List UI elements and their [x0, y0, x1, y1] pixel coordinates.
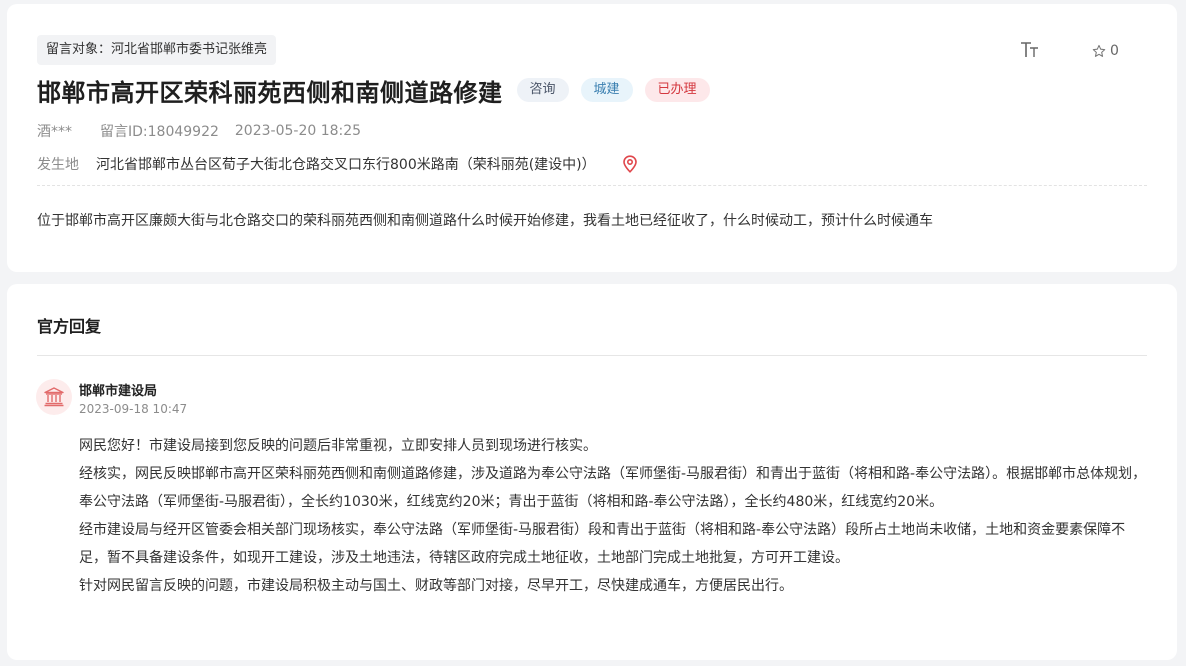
message-target-tag: 留言对象：河北省邯郸市委书记张维亮 [37, 35, 277, 65]
department-name: 邯郸市建设局 [79, 384, 158, 399]
reply-paragraph: 经市建设局与经开区管委会相关部门现场核实，奉公守法路（军师堡街-马服君街）段和青… [79, 522, 1126, 566]
reply-paragraph: 网民您好！市建设局接到您反映的问题后非常重视，立即安排人员到现场进行核实。 [79, 438, 597, 454]
location-row: 发生地 河北省邯郸市丛台区荀子大街北仓路交叉口东行800米路南（荣科丽苑(建设中… [37, 152, 638, 176]
category-badge-city: 城建 [580, 78, 633, 102]
status-badge: 已办理 [644, 78, 710, 102]
category-badge-consult: 咨询 [516, 78, 569, 102]
location-label: 发生地 [37, 157, 79, 173]
author-name: 酒*** [37, 124, 72, 140]
reply-datetime: 2023-09-18 10:47 [79, 402, 188, 416]
department-avatar [36, 379, 72, 415]
message-card: 留言对象：河北省邯郸市委书记张维亮 0 邯郸市高开区荣科丽苑西侧和南侧道路修建 … [7, 4, 1177, 272]
message-id: 留言ID:18049922 [100, 124, 219, 140]
reply-paragraph: 经核实，网民反映邯郸市高开区荣科丽苑西侧和南侧道路修建，涉及道路为奉公守法路（军… [79, 466, 1147, 510]
message-content: 位于邯郸市高开区廉颇大街与北仓路交口的荣科丽苑西侧和南侧道路什么时候开始修建，我… [37, 213, 933, 229]
government-building-icon [44, 387, 64, 407]
favorite-count: 0 [1110, 43, 1119, 59]
text-size-icon [1021, 42, 1038, 57]
location-pin-icon[interactable] [622, 155, 638, 173]
reply-body: 网民您好！市建设局接到您反映的问题后非常重视，立即安排人员到现场进行核实。 经核… [79, 432, 1151, 600]
divider [37, 185, 1147, 186]
official-reply-card: 官方回复 邯郸市建设局 2023-09-18 10:47 网民您好！市建设局接到… [7, 284, 1177, 660]
message-meta: 酒*** 留言ID:18049922 2023-05-20 18:25 [37, 121, 361, 141]
reply-heading: 官方回复 [37, 317, 102, 336]
message-datetime: 2023-05-20 18:25 [234, 123, 362, 139]
reply-paragraph: 针对网民留言反映的问题，市建设局积极主动与国土、财政等部门对接，尽早开工，尽快建… [79, 578, 793, 594]
text-size-button[interactable] [1019, 39, 1041, 61]
star-outline-icon [1092, 44, 1106, 57]
page-title: 邯郸市高开区荣科丽苑西侧和南侧道路修建 [37, 78, 503, 107]
location-text: 河北省邯郸市丛台区荀子大街北仓路交叉口东行800米路南（荣科丽苑(建设中)） [96, 157, 596, 173]
title-row: 邯郸市高开区荣科丽苑西侧和南侧道路修建 咨询 城建 已办理 [37, 72, 710, 108]
divider [37, 355, 1147, 356]
favorite-button[interactable]: 0 [1092, 41, 1119, 61]
